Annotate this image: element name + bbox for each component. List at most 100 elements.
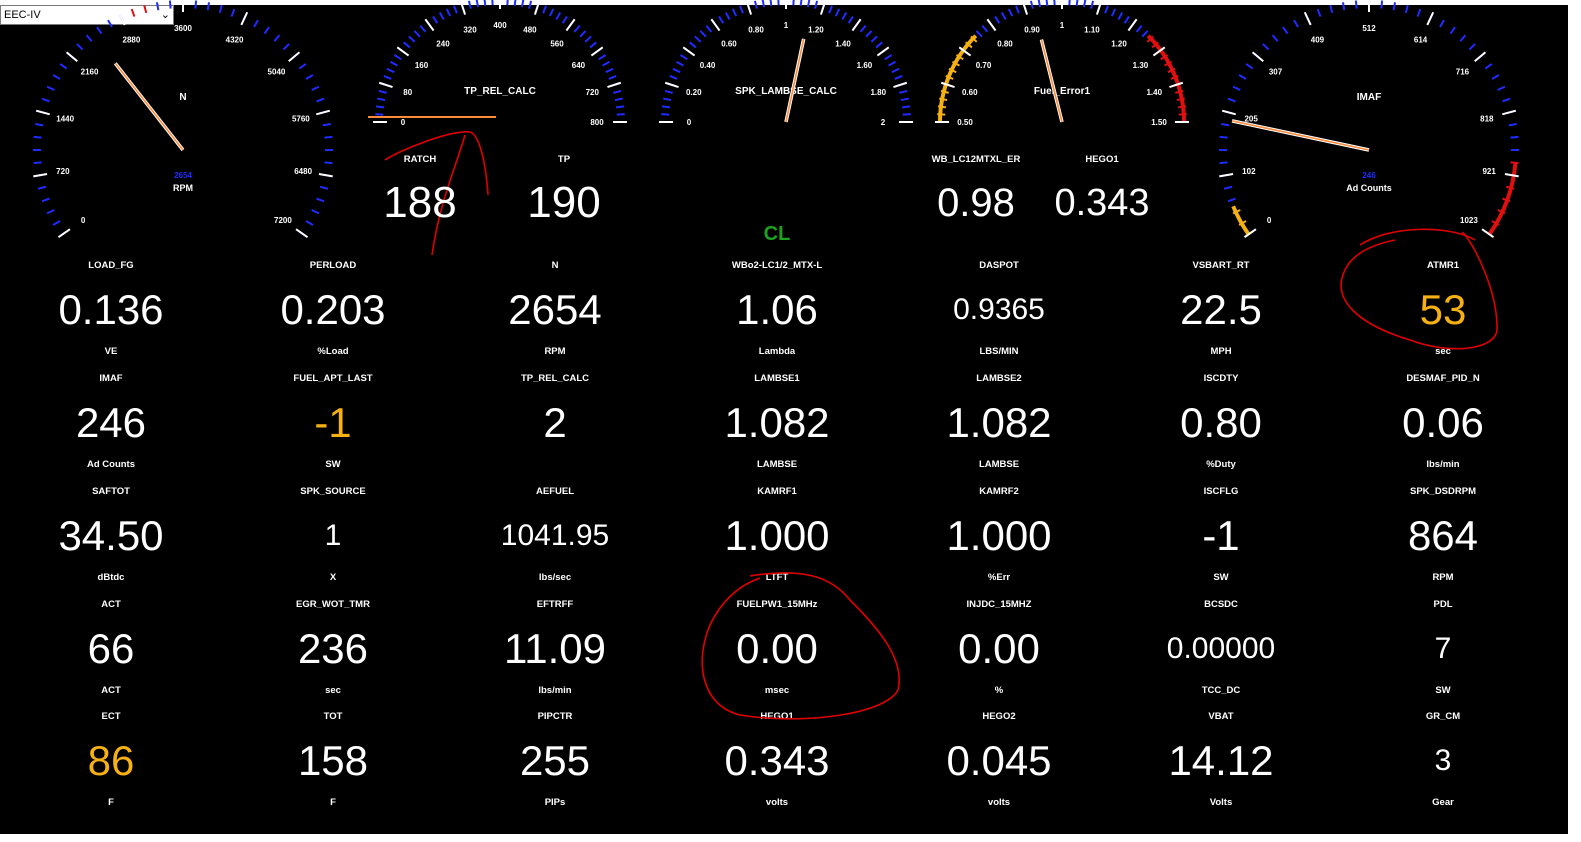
gauge-rpm: 0 720 1440 2160 2880 3600 4320 5040 5760 6480 7200…	[33, 0, 333, 239]
param-unit: TCC_DC	[1201, 685, 1241, 696]
gauge-minor-tick	[1238, 74, 1247, 80]
gauge-major-tick	[35, 109, 50, 116]
readout-wb-label: WB_LC12MTXL_ER	[931, 154, 1021, 165]
param-unit: dBtdc	[97, 572, 125, 583]
gauge-minor-tick	[1104, 5, 1109, 14]
gauge-minor-tick	[542, 5, 547, 14]
gauge-major-tick	[33, 172, 48, 178]
gauge-minor-tick	[875, 41, 883, 49]
param-value: 0.203	[280, 286, 386, 333]
param-label: INJDC_15MHZ	[966, 599, 1032, 610]
gauge-minor-tick	[1329, 4, 1334, 14]
gauge-minor-tick	[59, 63, 68, 70]
gauge-minor-tick	[1037, 0, 1042, 8]
gauge-tick-label: 0.20	[686, 88, 702, 97]
gauge-tick-label: 7200	[274, 216, 292, 225]
gauge-minor-tick	[467, 0, 472, 9]
gauge-major-tick	[295, 228, 309, 239]
gauge-tick-label: 0	[1267, 216, 1272, 225]
param-cell: HEGO2 0.045 volts	[888, 711, 1110, 809]
gauge-minor-tick	[41, 197, 50, 203]
param-unit: MPH	[1210, 346, 1232, 357]
gauge-tick-label: 716	[1456, 68, 1470, 77]
gauge-major-tick	[893, 81, 908, 89]
param-value: 1.06	[736, 286, 818, 333]
param-unit: SW	[1213, 572, 1229, 583]
gauge-value: 246	[1362, 171, 1376, 180]
gauge-tick-label: 640	[572, 61, 586, 70]
param-cell: IMAF 246 Ad Counts	[0, 373, 222, 471]
gauge-major-tick	[424, 18, 435, 32]
gauge-minor-tick	[305, 74, 314, 80]
gauge-minor-tick	[761, 0, 766, 8]
gauge-tick-label: 800	[590, 118, 604, 127]
gauge-tick-label: 1.10	[1084, 26, 1100, 35]
param-cell: AEFUEL 1041.95 lbs/sec	[444, 486, 666, 584]
gauge-tick-label: 0.60	[721, 40, 737, 49]
gauge-tick-label: 102	[1242, 167, 1256, 176]
gauge-tick-label: 5040	[268, 68, 286, 77]
gauge-tick-label: 1.40	[835, 40, 851, 49]
gauge-minor-tick	[46, 85, 55, 91]
gauge-minor-tick	[902, 113, 911, 116]
gauge-minor-tick	[1497, 85, 1506, 91]
gauge-unit: RPM	[173, 183, 193, 193]
gauge-minor-tick	[383, 75, 392, 80]
gauge-major-tick	[745, 0, 753, 15]
param-value: 1.000	[946, 512, 1052, 559]
gauge-minor-tick	[282, 43, 290, 51]
gauge-minor-tick	[263, 26, 270, 35]
param-cell: EFTRFF 11.09 lbs/min	[444, 599, 666, 697]
gauge-minor-tick	[378, 89, 387, 94]
gauge-major-tick	[1251, 51, 1264, 63]
gauge-tick-label: 1.60	[857, 61, 873, 70]
param-unit: RPM	[544, 346, 566, 357]
param-cell: DESMAF_PID_N 0.06 lbs/min	[1332, 373, 1554, 471]
gauge-tick-label: 0.60	[962, 88, 978, 97]
param-value: -1	[314, 399, 352, 446]
param-value: 0.045	[946, 737, 1052, 784]
param-value: 14.12	[1168, 737, 1274, 784]
param-cell: ECT 86 F	[0, 711, 222, 809]
gauge-minor-tick	[1007, 8, 1014, 17]
param-cell: SPK_SOURCE 1 X	[222, 486, 444, 584]
gauge-tick-label: 1440	[56, 114, 74, 123]
gauge-minor-tick	[584, 35, 592, 43]
gauge-minor-tick	[888, 60, 897, 67]
gauge-major-tick	[682, 46, 696, 57]
gauge-major-tick	[1221, 109, 1236, 116]
gauge-minor-tick	[1227, 197, 1236, 203]
gauge-major-tick	[288, 51, 301, 63]
param-cell: ACT 66 ACT	[0, 599, 222, 697]
gauge-tick-label: 6480	[294, 167, 312, 176]
param-unit: volts	[987, 797, 1011, 808]
param-label: LAMBSE2	[976, 373, 1022, 384]
gauge-minor-tick	[253, 19, 259, 28]
gauge-tick-label: 2880	[123, 35, 141, 44]
gauge-imaf: 0 102 205 307 409 512 614 716 818 921 1023 IMAF 246 A…	[1219, 0, 1519, 239]
gauge-tick-label: 0	[81, 216, 86, 225]
gauge-minor-tick	[1404, 4, 1409, 14]
gauge-layer: 0720144021602880360043205040576064807200…	[33, 0, 1519, 256]
gauge-major-tick	[1504, 172, 1519, 178]
param-unit: LTFT	[765, 572, 789, 583]
gauge-tick-label: 921	[1482, 167, 1496, 176]
gauge-tick-label: 818	[1480, 114, 1494, 123]
gauge-tick-label: 240	[436, 40, 450, 49]
gauge-major-tick	[664, 81, 679, 89]
gauge-minor-tick	[731, 8, 738, 17]
gauge-minor-tick	[403, 41, 411, 49]
gauge-minor-tick	[438, 11, 445, 20]
readout-hego1-label: HEGO1	[1085, 154, 1119, 165]
gauge-tick-label: 5760	[292, 114, 310, 123]
gauge-minor-tick	[1053, 0, 1056, 6]
gauge-minor-tick	[548, 8, 555, 17]
gauge-minor-tick	[1135, 25, 1143, 33]
gauge-minor-tick	[1380, 0, 1384, 9]
gauge-minor-tick	[672, 67, 681, 74]
param-value: 1.082	[724, 399, 830, 446]
gauge-major-tick	[607, 81, 622, 89]
param-value: -1	[1202, 512, 1240, 559]
gauge-major-tick	[1474, 51, 1487, 63]
gauge-minor-tick	[806, 0, 811, 8]
